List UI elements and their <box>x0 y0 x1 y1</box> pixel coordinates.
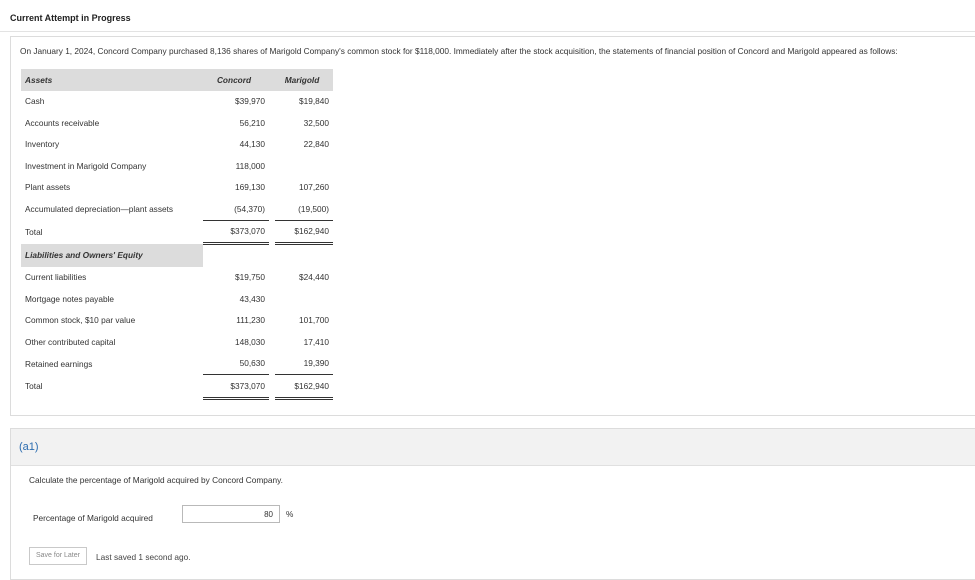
assets-header: Assets <box>21 69 203 91</box>
header-divider <box>0 31 975 32</box>
table-row: Plant assets 169,130 107,260 <box>25 182 329 193</box>
attempt-status: Current Attempt in Progress <box>10 13 131 23</box>
problem-intro: On January 1, 2024, Concord Company purc… <box>20 46 898 56</box>
part-label: (a1) <box>19 441 39 453</box>
table-row: Investment in Marigold Company 118,000 <box>25 160 265 171</box>
table-row: Accounts receivable 56,210 32,500 <box>25 117 329 128</box>
question-text: Calculate the percentage of Marigold acq… <box>29 475 283 485</box>
table-row: Common stock, $10 par value 111,230 101,… <box>25 315 329 326</box>
table-row: Accumulated depreciation—plant assets (5… <box>21 198 333 221</box>
part-header: (a1) <box>11 429 975 466</box>
financial-statement-table: Assets Concord Marigold Cash $39,970 $19… <box>21 69 333 400</box>
percentage-input[interactable] <box>182 505 280 523</box>
percent-unit: % <box>286 509 294 519</box>
save-for-later-button[interactable]: Save for Later <box>29 547 87 565</box>
table-row: Cash $39,970 $19,840 <box>25 96 329 107</box>
liabilities-header-row: Liabilities and Owners' Equity <box>21 243 333 267</box>
answer-label: Percentage of Marigold acquired <box>33 513 153 523</box>
part-a1-panel: (a1) Calculate the percentage of Marigol… <box>10 428 975 580</box>
liabilities-total-row: Total $373,070 $162,940 <box>21 374 333 400</box>
table-row: Other contributed capital 148,030 17,410 <box>25 336 329 347</box>
table-row: Mortgage notes payable 43,430 <box>25 293 265 304</box>
table-row: Current liabilities $19,750 $24,440 <box>25 272 329 283</box>
table-header-row: Assets Concord Marigold <box>21 69 333 91</box>
table-row: Retained earnings 50,630 19,390 <box>21 352 333 375</box>
liabilities-header: Liabilities and Owners' Equity <box>21 243 203 267</box>
table-row: Inventory 44,130 22,840 <box>25 139 329 150</box>
last-saved-status: Last saved 1 second ago. <box>96 552 191 562</box>
marigold-header: Marigold <box>275 69 333 91</box>
concord-header: Concord <box>203 69 269 91</box>
assets-total-row: Total $373,070 $162,940 <box>21 220 333 245</box>
problem-panel: On January 1, 2024, Concord Company purc… <box>10 36 975 416</box>
